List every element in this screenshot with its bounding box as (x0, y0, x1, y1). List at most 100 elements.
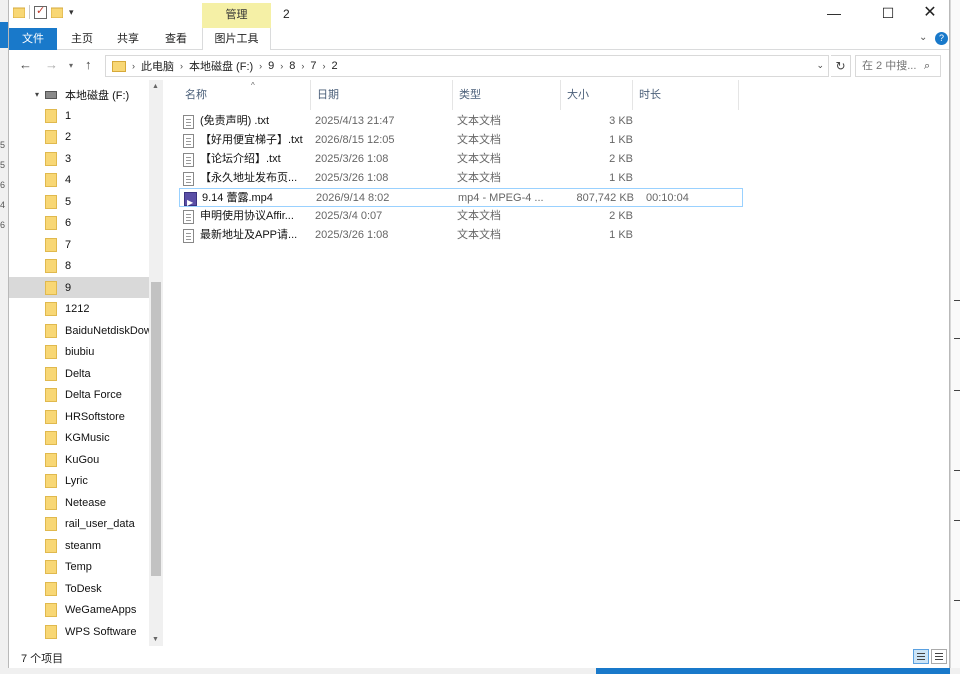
file-name-cell[interactable]: 【好用便宜梯子】.txt (183, 131, 309, 150)
search-box[interactable]: ⌕ (855, 55, 941, 77)
search-icon[interactable]: ⌕ (924, 60, 930, 73)
recent-locations-chevron-icon[interactable]: ▾ (69, 61, 73, 70)
sidebar-item-folder[interactable]: 6 (9, 213, 149, 234)
address-bar[interactable]: › 此电脑 › 本地磁盘 (F:) › 9 › 8 › 7 › 2 ⌄ (105, 55, 829, 77)
taskbar-strip (0, 668, 960, 674)
column-header-type[interactable]: 类型 (453, 80, 561, 110)
tab-view[interactable]: 查看 (161, 28, 191, 50)
breadcrumb-separator-icon[interactable]: › (132, 61, 135, 71)
sidebar-item-folder[interactable]: 2 (9, 127, 149, 148)
forward-arrow-icon[interactable]: → (45, 57, 58, 72)
customize-toolbar-chevron-icon[interactable]: ▾ (69, 7, 74, 18)
properties-icon[interactable] (34, 4, 47, 19)
sidebar-item-folder[interactable]: 4 (9, 170, 149, 191)
minimize-button[interactable]: — (811, 0, 857, 28)
large-icons-view-button[interactable] (931, 649, 947, 664)
column-header-name[interactable]: 名称 ^ (179, 80, 311, 110)
sidebar-item-folder[interactable]: WPS Software (9, 621, 149, 642)
sidebar-item-folder[interactable]: HRSoftstore (9, 406, 149, 427)
scroll-up-icon[interactable]: ▲ (152, 83, 159, 90)
breadcrumb-folder[interactable]: 7 (310, 60, 316, 72)
sidebar-item-folder[interactable]: Temp (9, 557, 149, 578)
breadcrumb-separator-icon[interactable]: › (301, 61, 304, 71)
file-row[interactable]: 9.14 蕾露.mp4 2026/9/14 8:02 mp4 - MPEG-4 ..… (179, 188, 743, 208)
navigation-pane: ▾ 本地磁盘 (F:) 1 2 3 4 5 6 7 8 9 1212 BaiduNetdiskDow… (9, 80, 163, 646)
file-row[interactable]: 申明使用协议Affir... 2025/3/4 0:07 文本文档 2 KB (179, 207, 743, 226)
sidebar-item-folder[interactable]: 7 (9, 234, 149, 255)
sidebar-item-folder[interactable]: KuGou (9, 449, 149, 470)
nav-item-drive[interactable]: ▾ 本地磁盘 (F:) (9, 84, 149, 105)
file-size: 2 KB (609, 153, 633, 165)
sidebar-item-folder[interactable]: Delta Force (9, 385, 149, 406)
breadcrumb-separator-icon[interactable]: › (280, 61, 283, 71)
file-date: 2025/3/26 1:08 (315, 172, 389, 184)
sidebar-item-folder[interactable]: BaiduNetdiskDownload (9, 320, 149, 341)
sidebar-item-folder[interactable]: ToDesk (9, 578, 149, 599)
back-arrow-icon[interactable]: ← (19, 57, 32, 72)
sidebar-item-folder[interactable]: KGMusic (9, 428, 149, 449)
up-arrow-icon[interactable]: ↑ (85, 57, 92, 72)
video-file-icon (184, 191, 197, 208)
folder-icon (45, 130, 57, 144)
search-input[interactable] (862, 60, 924, 72)
new-folder-icon[interactable] (51, 6, 63, 18)
nav-item-label: 本地磁盘 (F:) (65, 89, 130, 102)
sidebar-item-folder[interactable]: biubiu (9, 342, 149, 363)
background-accent (0, 22, 8, 48)
column-header-date[interactable]: 日期 (311, 80, 453, 110)
sidebar-item-folder[interactable]: WeGameApps (9, 600, 149, 621)
folder-icon (45, 517, 57, 531)
sidebar-item-folder[interactable]: 1212 (9, 299, 149, 320)
folder-icon[interactable] (13, 6, 25, 18)
sidebar-item-folder[interactable]: steanm (9, 535, 149, 556)
file-name-cell[interactable]: 【永久地址发布页... (183, 169, 309, 188)
file-name-cell[interactable]: (免责声明) .txt (183, 112, 309, 131)
file-name-cell[interactable]: 最新地址及APP请... (183, 226, 309, 245)
help-icon[interactable]: ? (935, 32, 948, 45)
expand-ribbon-chevron-icon[interactable]: ⌄ (919, 32, 927, 43)
file-row[interactable]: 【永久地址发布页... 2025/3/26 1:08 文本文档 1 KB (179, 169, 743, 188)
tab-file[interactable]: 文件 (9, 28, 57, 50)
sidebar-item-folder[interactable]: Netease (9, 492, 149, 513)
manage-context-tab[interactable]: 管理 (202, 3, 271, 28)
file-row[interactable]: 最新地址及APP请... 2025/3/26 1:08 文本文档 1 KB (179, 226, 743, 245)
tab-home[interactable]: 主页 (67, 28, 97, 50)
column-header-duration[interactable]: 时长 (633, 80, 739, 110)
sidebar-item-folder[interactable]: 8 (9, 256, 149, 277)
breadcrumb-separator-icon[interactable]: › (323, 61, 326, 71)
column-header-size[interactable]: 大小 (561, 80, 633, 110)
scroll-down-icon[interactable]: ▼ (152, 636, 159, 643)
file-name-cell[interactable]: 【论坛介绍】.txt (183, 150, 309, 169)
maximize-button[interactable]: ☐ (865, 0, 911, 28)
collapse-chevron-icon[interactable]: ▾ (35, 90, 39, 99)
tab-picture-tools[interactable]: 图片工具 (202, 28, 271, 50)
nav-scrollbar[interactable]: ▲ ▼ (149, 80, 163, 646)
file-row[interactable]: 【论坛介绍】.txt 2025/3/26 1:08 文本文档 2 KB (179, 150, 743, 169)
sidebar-item-folder[interactable]: rail_user_data (9, 514, 149, 535)
close-button[interactable]: ✕ (907, 0, 953, 28)
breadcrumb-folder[interactable]: 8 (289, 60, 295, 72)
sort-ascending-icon: ^ (251, 81, 255, 90)
file-row[interactable]: 【好用便宜梯子】.txt 2026/8/15 12:05 文本文档 1 KB (179, 131, 743, 150)
sidebar-item-folder[interactable]: Delta (9, 363, 149, 384)
sidebar-item-folder[interactable]: 5 (9, 191, 149, 212)
breadcrumb-drive[interactable]: 本地磁盘 (F:) (189, 58, 253, 74)
file-name-cell[interactable]: 申明使用协议Affir... (183, 207, 309, 226)
file-name-cell[interactable]: 9.14 蕾露.mp4 (184, 189, 310, 208)
sidebar-item-folder[interactable]: 3 (9, 148, 149, 169)
file-duration (637, 112, 737, 131)
address-history-chevron-icon[interactable]: ⌄ (816, 60, 824, 71)
tab-share[interactable]: 共享 (113, 28, 143, 50)
breadcrumb-this-pc[interactable]: 此电脑 (141, 58, 174, 74)
breadcrumb-folder[interactable]: 9 (268, 60, 274, 72)
sidebar-item-folder[interactable]: 9 (9, 277, 149, 298)
refresh-icon[interactable]: ↻ (831, 55, 851, 77)
sidebar-item-folder[interactable]: Lyric (9, 471, 149, 492)
sidebar-item-folder[interactable]: 1 (9, 105, 149, 126)
details-view-button[interactable] (913, 649, 929, 664)
breadcrumb-current-folder[interactable]: 2 (332, 60, 338, 72)
file-row[interactable]: (免责声明) .txt 2025/4/13 21:47 文本文档 3 KB (179, 112, 743, 131)
breadcrumb-separator-icon[interactable]: › (180, 61, 183, 71)
scrollbar-thumb[interactable] (151, 282, 161, 576)
breadcrumb-separator-icon[interactable]: › (259, 61, 262, 71)
